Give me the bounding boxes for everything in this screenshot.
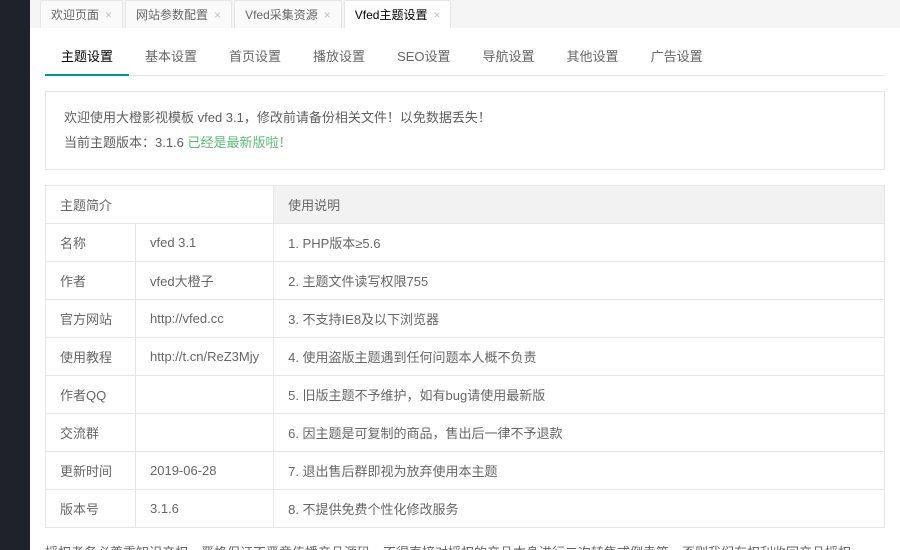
top-tabs: 欢迎页面 × 网站参数配置 × Vfed采集资源 × Vfed主题设置 × [30, 0, 900, 28]
table-row: 交流群 6. 因主题是可复制的商品，售出后一律不予退款 [46, 414, 885, 452]
sub-tab-6[interactable]: 其他设置 [551, 36, 635, 75]
sub-tabs: 主题设置基本设置首页设置播放设置SEO设置导航设置其他设置广告设置 [45, 36, 885, 76]
row-value: 2019-06-28 [136, 452, 274, 490]
notice-version-prefix: 当前主题版本：3.1.6 [64, 135, 188, 150]
sub-tab-4[interactable]: SEO设置 [381, 36, 466, 75]
row-usage: 3. 不支持IE8及以下浏览器 [274, 300, 885, 338]
left-sidebar [0, 0, 30, 550]
row-usage: 6. 因主题是可复制的商品，售出后一律不予退款 [274, 414, 885, 452]
row-label: 作者QQ [46, 376, 136, 414]
row-value: 3.1.6 [136, 490, 274, 528]
row-label: 版本号 [46, 490, 136, 528]
row-usage: 4. 使用盗版主题遇到任何问题本人概不负责 [274, 338, 885, 376]
top-tab-label: 网站参数配置 [136, 6, 208, 23]
row-link[interactable]: http://vfed.cc [150, 311, 224, 326]
footer-note: 授权者务必尊重知识产权，严格保证不恶意传播产品源码、不得直接对授权的产品本身进行… [45, 528, 885, 550]
top-tab-label: Vfed主题设置 [355, 6, 428, 23]
row-usage: 7. 退出售后群即视为放弃使用本主题 [274, 452, 885, 490]
notice-line1: 欢迎使用大橙影视模板 vfed 3.1，修改前请备份相关文件！以免数据丢失！ [64, 106, 866, 131]
row-label: 作者 [46, 262, 136, 300]
sub-tab-1[interactable]: 基本设置 [129, 36, 213, 75]
notice-version-latest: 已经是最新版啦！ [188, 135, 292, 150]
sub-tab-7[interactable]: 广告设置 [635, 36, 719, 75]
row-value[interactable]: http://t.cn/ReZ3Mjy [136, 338, 274, 376]
close-icon[interactable]: × [324, 9, 331, 21]
row-value: vfed 3.1 [136, 224, 274, 262]
table-row: 官方网站 http://vfed.cc 3. 不支持IE8及以下浏览器 [46, 300, 885, 338]
row-label: 交流群 [46, 414, 136, 452]
table-header-intro: 主题简介 [46, 186, 274, 224]
row-value[interactable]: http://vfed.cc [136, 300, 274, 338]
row-label: 使用教程 [46, 338, 136, 376]
sub-tab-3[interactable]: 播放设置 [297, 36, 381, 75]
table-row: 作者QQ 5. 旧版主题不予维护，如有bug请使用最新版 [46, 376, 885, 414]
row-link[interactable]: http://t.cn/ReZ3Mjy [150, 349, 259, 364]
top-tab-label: Vfed采集资源 [245, 6, 318, 23]
row-value [136, 376, 274, 414]
top-tab-1[interactable]: 网站参数配置 × [125, 0, 232, 28]
top-tab-2[interactable]: Vfed采集资源 × [234, 0, 342, 28]
top-tab-label: 欢迎页面 [51, 6, 99, 23]
notice-line2: 当前主题版本：3.1.6 已经是最新版啦！ [64, 131, 866, 156]
close-icon[interactable]: × [433, 9, 440, 21]
table-row: 作者vfed大橙子2. 主题文件读写权限755 [46, 262, 885, 300]
sub-tab-5[interactable]: 导航设置 [467, 36, 551, 75]
row-usage: 2. 主题文件读写权限755 [274, 262, 885, 300]
close-icon[interactable]: × [105, 9, 112, 21]
sub-tab-2[interactable]: 首页设置 [213, 36, 297, 75]
row-usage: 8. 不提供免费个性化修改服务 [274, 490, 885, 528]
table-row: 使用教程 http://t.cn/ReZ3Mjy 4. 使用盗版主题遇到任何问题本人… [46, 338, 885, 376]
close-icon[interactable]: × [214, 9, 221, 21]
row-value: vfed大橙子 [136, 262, 274, 300]
row-label: 官方网站 [46, 300, 136, 338]
row-label: 名称 [46, 224, 136, 262]
row-label: 更新时间 [46, 452, 136, 490]
sub-tab-0[interactable]: 主题设置 [45, 36, 129, 75]
row-usage: 1. PHP版本≥5.6 [274, 224, 885, 262]
content-area: 主题设置基本设置首页设置播放设置SEO设置导航设置其他设置广告设置 欢迎使用大橙… [30, 28, 900, 550]
theme-info-table: 主题简介 使用说明 名称vfed 3.11. PHP版本≥5.6作者vfed大橙… [45, 185, 885, 528]
row-value [136, 414, 274, 452]
top-tab-0[interactable]: 欢迎页面 × [40, 0, 123, 28]
table-header-usage: 使用说明 [274, 186, 885, 224]
table-row: 更新时间2019-06-287. 退出售后群即视为放弃使用本主题 [46, 452, 885, 490]
top-tab-3[interactable]: Vfed主题设置 × [344, 0, 452, 28]
table-row: 名称vfed 3.11. PHP版本≥5.6 [46, 224, 885, 262]
table-row: 版本号3.1.68. 不提供免费个性化修改服务 [46, 490, 885, 528]
notice-box: 欢迎使用大橙影视模板 vfed 3.1，修改前请备份相关文件！以免数据丢失！ 当… [45, 91, 885, 170]
row-usage: 5. 旧版主题不予维护，如有bug请使用最新版 [274, 376, 885, 414]
